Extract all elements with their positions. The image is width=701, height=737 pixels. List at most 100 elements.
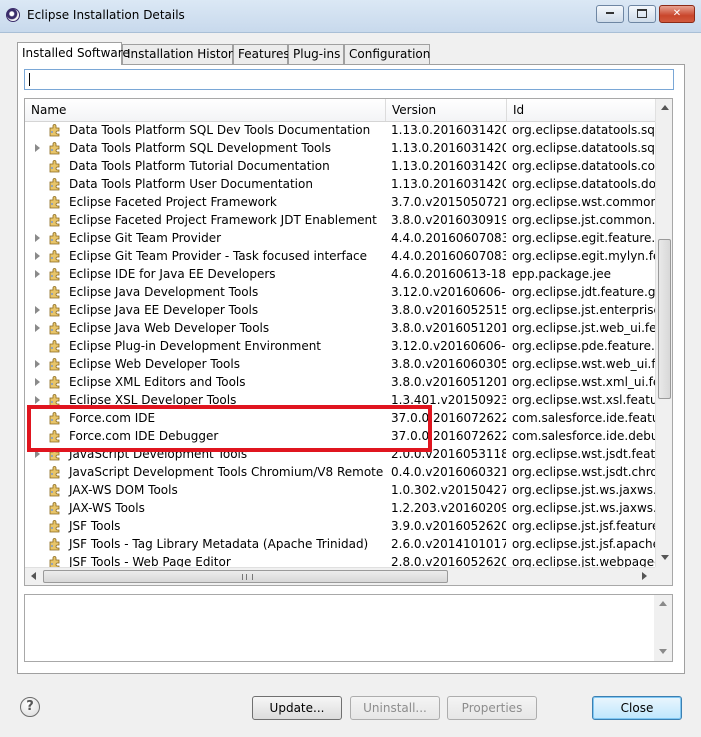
tab-features[interactable]: Features	[233, 44, 290, 64]
name-cell: Eclipse Java Web Developer Tools	[25, 319, 385, 337]
scroll-up-icon[interactable]	[661, 105, 669, 110]
table-row[interactable]: Eclipse Faceted Project Framework 3.7.0.v…	[25, 193, 655, 211]
column-header-version[interactable]: Version	[386, 99, 507, 121]
tab-plug-ins[interactable]: Plug-ins	[288, 44, 344, 64]
table-row[interactable]: Eclipse Java Development Tools 3.12.0.v20…	[25, 283, 655, 301]
expand-arrow-icon[interactable]	[35, 378, 40, 386]
table-row[interactable]: Eclipse Faceted Project Framework JDT En…	[25, 211, 655, 229]
scroll-down-icon[interactable]	[661, 555, 669, 560]
feature-name: Data Tools Platform User Documentation	[69, 177, 313, 191]
expand-arrow-icon[interactable]	[35, 360, 40, 368]
id-cell: org.eclipse.jst.ws.jaxws.dom	[512, 483, 655, 497]
name-cell: JSF Tools - Tag Library Metadata (Apache…	[25, 535, 385, 553]
id-cell: com.salesforce.ide.debugge	[512, 429, 655, 443]
column-header-name[interactable]: Name	[25, 99, 386, 121]
id-cell: org.eclipse.datatools.sqldev	[512, 141, 655, 155]
table-row[interactable]: Data Tools Platform SQL Dev Tools Docume…	[25, 121, 655, 139]
tab-installed-software[interactable]: Installed Software	[17, 42, 130, 65]
version-cell: 3.8.0.v201605120129	[391, 375, 506, 389]
maximize-button[interactable]	[628, 5, 656, 23]
id-cell: org.eclipse.jst.common.fpr	[512, 213, 655, 227]
scroll-left-icon[interactable]	[31, 572, 36, 580]
table-row[interactable]: JSF Tools - Tag Library Metadata (Apache…	[25, 535, 655, 553]
close-window-button[interactable]: ✕	[659, 5, 695, 23]
table-row[interactable]: Eclipse Git Team Provider - Task focused…	[25, 247, 655, 265]
column-header-id[interactable]: Id	[507, 99, 655, 121]
table-row[interactable]: Eclipse IDE for Java EE Developers 4.6.0.…	[25, 265, 655, 283]
scroll-right-icon[interactable]	[642, 572, 647, 580]
id-cell: org.eclipse.jst.enterprise_ui.	[512, 303, 655, 317]
name-cell: Eclipse Plug-in Development Environment	[25, 337, 385, 355]
properties-button[interactable]: Properties	[447, 696, 537, 720]
table-row[interactable]: Eclipse Git Team Provider 4.4.0.201606070…	[25, 229, 655, 247]
name-cell: Eclipse Java EE Developer Tools	[25, 301, 385, 319]
table-row[interactable]: Eclipse XML Editors and Tools 3.8.0.v2016…	[25, 373, 655, 391]
id-cell: org.eclipse.datatools.sqltoo	[512, 123, 655, 137]
minimize-button[interactable]	[596, 5, 624, 23]
grip-icon	[241, 574, 253, 580]
version-cell: 3.7.0.v201505072140	[391, 195, 506, 209]
filter-input[interactable]	[24, 69, 674, 90]
feature-name: Eclipse Git Team Provider - Task focused…	[69, 249, 368, 263]
table-row[interactable]: Data Tools Platform Tutorial Documentati…	[25, 157, 655, 175]
tab-label: Installation History	[127, 47, 240, 61]
details-scrollbar[interactable]	[654, 595, 672, 661]
table-row[interactable]: Eclipse Web Developer Tools 3.8.0.v201606…	[25, 355, 655, 373]
table-row[interactable]: Data Tools Platform User Documentation 1.…	[25, 175, 655, 193]
close-button[interactable]: Close	[592, 696, 682, 720]
tab-configuration[interactable]: Configuration	[344, 44, 430, 64]
expand-arrow-icon[interactable]	[35, 144, 40, 152]
vertical-scroll-thumb[interactable]	[658, 239, 671, 399]
id-cell: org.eclipse.pde.feature.grou	[512, 339, 655, 353]
name-cell: JavaScript Development Tools Chromium/V8…	[25, 463, 385, 481]
expand-arrow-icon[interactable]	[35, 306, 40, 314]
expand-arrow-icon[interactable]	[35, 324, 40, 332]
horizontal-scroll-thumb[interactable]	[43, 570, 448, 583]
update-button[interactable]: Update...	[252, 696, 342, 720]
table-row[interactable]: JavaScript Development Tools Chromium/V8…	[25, 463, 655, 481]
minimize-icon	[606, 12, 614, 14]
table-row[interactable]: Eclipse Java Web Developer Tools 3.8.0.v2…	[25, 319, 655, 337]
version-cell: 3.12.0.v20160606-1...	[391, 285, 506, 299]
details-text-area[interactable]	[24, 594, 673, 662]
id-cell: org.eclipse.wst.jsdt.feature.	[512, 447, 655, 461]
table-row[interactable]: Data Tools Platform SQL Development Tool…	[25, 139, 655, 157]
name-cell: Eclipse Faceted Project Framework JDT En…	[25, 211, 385, 229]
feature-plugin-icon	[49, 142, 60, 155]
horizontal-scrollbar[interactable]	[25, 567, 655, 585]
highlight-annotation	[27, 405, 432, 452]
version-cell: 4.6.0.20160613-1800	[391, 267, 506, 281]
tab-label: Configuration	[349, 47, 431, 61]
expand-arrow-icon[interactable]	[35, 252, 40, 260]
expand-arrow-icon[interactable]	[35, 270, 40, 278]
expand-arrow-icon[interactable]	[35, 396, 40, 404]
uninstall-button[interactable]: Uninstall...	[350, 696, 440, 720]
table-row[interactable]: JSF Tools 3.9.0.v201605262035 org.eclipse.…	[25, 517, 655, 535]
version-cell: 1.13.0.201603142002	[391, 177, 506, 191]
table-row[interactable]: Eclipse Plug-in Development Environment 3…	[25, 337, 655, 355]
scroll-down-icon[interactable]	[659, 649, 667, 654]
scroll-up-icon[interactable]	[659, 601, 667, 606]
vertical-scrollbar[interactable]	[655, 99, 672, 567]
feature-name: Eclipse Web Developer Tools	[69, 357, 240, 371]
table-row[interactable]: Eclipse Java EE Developer Tools 3.8.0.v20…	[25, 301, 655, 319]
version-cell: 3.12.0.v20160606-1...	[391, 339, 506, 353]
feature-plugin-icon	[49, 358, 60, 371]
feature-name: Eclipse Git Team Provider	[69, 231, 222, 245]
version-cell: 1.2.203.v201602092...	[391, 501, 506, 515]
expand-arrow-icon[interactable]	[35, 234, 40, 242]
table-row[interactable]: JAX-WS Tools 1.2.203.v201602092... org.ecl…	[25, 499, 655, 517]
id-cell: org.eclipse.egit.mylyn.featu	[512, 249, 655, 263]
version-cell: 3.8.0.v201603091933	[391, 213, 506, 227]
id-cell: org.eclipse.jst.jsf.apache.tri	[512, 537, 655, 551]
name-cell: Eclipse Git Team Provider - Task focused…	[25, 247, 385, 265]
table-row[interactable]: JAX-WS DOM Tools 1.0.302.v201504272... org…	[25, 481, 655, 499]
title-bar: Eclipse Installation Details ✕	[0, 0, 701, 33]
feature-name: Eclipse Java Development Tools	[69, 285, 259, 299]
help-icon[interactable]: ?	[20, 697, 40, 717]
installed-software-tree[interactable]: Name Version Id Data Tools Platform SQL …	[24, 98, 673, 586]
feature-name: Eclipse IDE for Java EE Developers	[69, 267, 276, 281]
tab-installation-history[interactable]: Installation History	[122, 44, 240, 64]
feature-name: Eclipse Java EE Developer Tools	[69, 303, 259, 317]
id-cell: org.eclipse.wst.xml_ui.featu	[512, 375, 655, 389]
